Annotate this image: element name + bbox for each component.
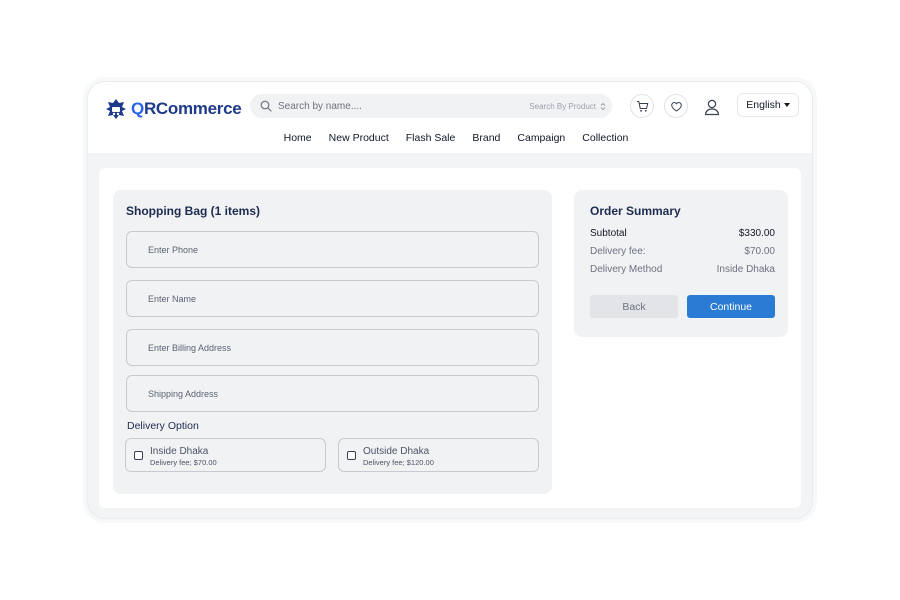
heart-icon [670, 101, 682, 112]
nav-brand[interactable]: Brand [472, 132, 500, 144]
cart-button[interactable] [630, 94, 654, 118]
search-type-label: Search By Product [529, 101, 596, 111]
cart-icon [636, 100, 648, 112]
subtotal-value: $330.00 [738, 228, 775, 239]
delivery-option-inside-dhaka[interactable]: Inside Dhaka Delivery fee; $70.00 [125, 438, 326, 472]
checkbox-icon[interactable] [134, 451, 143, 460]
delivery-fee-row: Delivery fee: $70.00 [590, 246, 775, 257]
language-select[interactable]: English [737, 93, 799, 117]
option-fee: Delivery fee; $120.00 [363, 458, 434, 467]
delivery-option-label: Delivery Option [127, 420, 199, 432]
main-nav: Home New Product Flash Sale Brand Campai… [88, 132, 812, 144]
phone-field[interactable] [126, 231, 539, 268]
summary-title: Order Summary [590, 204, 681, 218]
option-title: Outside Dhaka [363, 446, 430, 457]
subtotal-label: Subtotal [590, 228, 627, 239]
shipping-address-field[interactable] [126, 375, 539, 412]
search-icon [260, 100, 272, 112]
delivery-method-row: Delivery Method Inside Dhaka [590, 264, 775, 275]
logo-mark-icon [106, 99, 126, 119]
bag-title: Shopping Bag (1 items) [126, 204, 261, 218]
nav-collection[interactable]: Collection [582, 132, 628, 144]
search-bar: Search By Product [250, 94, 612, 118]
wishlist-button[interactable] [664, 94, 688, 118]
delivery-method-value: Inside Dhaka [716, 264, 775, 275]
billing-address-field[interactable] [126, 329, 539, 366]
logo[interactable]: QRCommerce [104, 96, 242, 122]
checkbox-icon[interactable] [347, 451, 356, 460]
nav-home[interactable]: Home [284, 132, 312, 144]
user-icon[interactable] [703, 98, 721, 116]
chevron-updown-icon [600, 102, 606, 110]
subtotal-row: Subtotal $330.00 [590, 228, 775, 239]
option-fee: Delivery fee; $70.00 [150, 458, 217, 467]
option-title: Inside Dhaka [150, 446, 209, 457]
language-label: English [746, 99, 781, 111]
delivery-method-label: Delivery Method [590, 264, 663, 275]
checkout-content: Shopping Bag (1 items) Delivery Option I… [99, 168, 801, 508]
continue-button[interactable]: Continue [687, 295, 775, 318]
search-type-select[interactable]: Search By Product [529, 102, 606, 111]
delivery-fee-value: $70.00 [744, 246, 775, 257]
delivery-option-outside-dhaka[interactable]: Outside Dhaka Delivery fee; $120.00 [338, 438, 539, 472]
search-input[interactable] [278, 100, 530, 112]
order-summary-panel: Order Summary Subtotal $330.00 Delivery … [574, 190, 788, 337]
nav-flash-sale[interactable]: Flash Sale [406, 132, 456, 144]
brand-initial: Q [131, 99, 144, 118]
nav-new-product[interactable]: New Product [329, 132, 389, 144]
shopping-bag-panel: Shopping Bag (1 items) Delivery Option I… [113, 190, 552, 494]
name-field[interactable] [126, 280, 539, 317]
back-button[interactable]: Back [590, 295, 678, 318]
app-window: QRCommerce Search By Product [87, 81, 813, 519]
header: QRCommerce Search By Product [88, 82, 812, 153]
delivery-fee-label: Delivery fee: [590, 246, 646, 257]
brand-name: QRCommerce [131, 99, 242, 119]
nav-campaign[interactable]: Campaign [517, 132, 565, 144]
caret-down-icon [783, 103, 790, 107]
brand-rest: RCommerce [143, 99, 242, 118]
